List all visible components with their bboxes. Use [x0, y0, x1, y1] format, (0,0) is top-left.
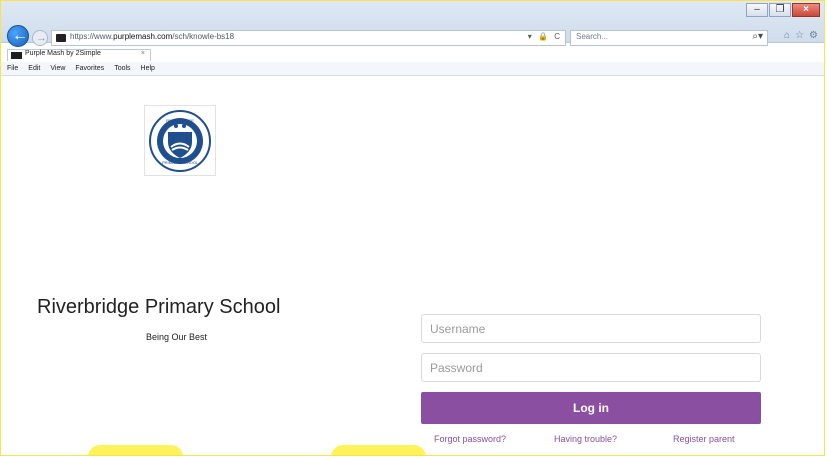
close-icon: ×	[803, 4, 809, 15]
restore-icon: ❐	[775, 4, 785, 15]
minimize-icon: –	[754, 4, 760, 15]
menu-tools[interactable]: Tools	[114, 65, 130, 72]
address-path: /sch/knowle-bs18	[172, 32, 235, 41]
search-icon[interactable]: ⌕▾	[752, 31, 763, 42]
address-bar[interactable]: https://www.purplemash.com/sch/knowle-bs…	[51, 30, 566, 46]
address-url[interactable]: https://www.purplemash.com/sch/knowle-bs…	[70, 32, 234, 41]
address-prefix: https://www.	[70, 32, 114, 41]
login-button[interactable]: Log in	[421, 392, 761, 424]
menu-help[interactable]: Help	[141, 65, 155, 72]
forward-arrow-icon: →	[36, 32, 47, 44]
browser-search-box[interactable]: Search... ⌕▾	[570, 30, 768, 46]
forgot-password-link[interactable]: Forgot password?	[434, 434, 506, 444]
menu-view[interactable]: View	[50, 65, 65, 72]
tab-favicon-icon	[11, 52, 22, 59]
minimize-button[interactable]: –	[746, 3, 768, 17]
logo-bottom-text: PRIMARY SCHOOL	[162, 160, 199, 165]
browser-menu-bar: File Edit View Favorites Tools Help	[1, 62, 824, 76]
register-parent-link[interactable]: Register parent	[673, 434, 735, 444]
browser-search-placeholder: Search...	[576, 32, 609, 41]
menu-favorites[interactable]: Favorites	[75, 65, 104, 72]
forward-button[interactable]: →	[32, 30, 48, 46]
home-icon[interactable]: ⌂	[784, 30, 790, 41]
back-button[interactable]: ←	[7, 25, 29, 47]
close-window-button[interactable]: ×	[792, 3, 820, 17]
restore-button[interactable]: ❐	[769, 3, 791, 17]
address-domain: purplemash.com	[113, 32, 173, 41]
address-actions[interactable]: ▾ 🔒 C	[528, 32, 562, 41]
having-trouble-link[interactable]: Having trouble?	[554, 434, 617, 444]
login-form: Log in Forgot password? Having trouble? …	[421, 314, 761, 446]
star-icon[interactable]: ☆	[795, 30, 804, 41]
tab-close-icon[interactable]: ×	[141, 50, 145, 57]
school-crest-icon: RIVERBRIDGE PRIMARY SCHOOL	[149, 110, 211, 172]
school-logo: RIVERBRIDGE PRIMARY SCHOOL	[144, 105, 216, 176]
help-links: Forgot password? Having trouble? Registe…	[421, 434, 761, 446]
logo-top-text: RIVERBRIDGE	[166, 118, 194, 123]
highlight-marker-right	[331, 445, 426, 455]
menu-edit[interactable]: Edit	[28, 65, 40, 72]
site-favicon-icon	[56, 34, 66, 42]
back-arrow-icon: ←	[12, 27, 28, 44]
browser-window: – ❐ × ← → https://www.purplemash.com/sch…	[0, 0, 825, 456]
school-tagline: Being Our Best	[146, 332, 208, 342]
browser-toolbar-icons: ⌂ ☆ ⚙	[784, 30, 818, 41]
username-field-wrap	[421, 314, 761, 343]
browser-tab[interactable]: Purple Mash by 2Simple ×	[7, 49, 151, 61]
tab-title: Purple Mash by 2Simple	[25, 50, 101, 57]
username-input[interactable]	[422, 315, 760, 342]
highlight-marker-left	[88, 445, 183, 455]
menu-file[interactable]: File	[7, 65, 18, 72]
window-controls: – ❐ ×	[746, 3, 820, 17]
gear-icon[interactable]: ⚙	[809, 30, 818, 41]
password-input[interactable]	[422, 354, 760, 381]
page-content: RIVERBRIDGE PRIMARY SCHOOL Riverbridge P…	[1, 76, 824, 455]
school-name: Riverbridge Primary School	[37, 296, 281, 318]
password-field-wrap	[421, 353, 761, 382]
